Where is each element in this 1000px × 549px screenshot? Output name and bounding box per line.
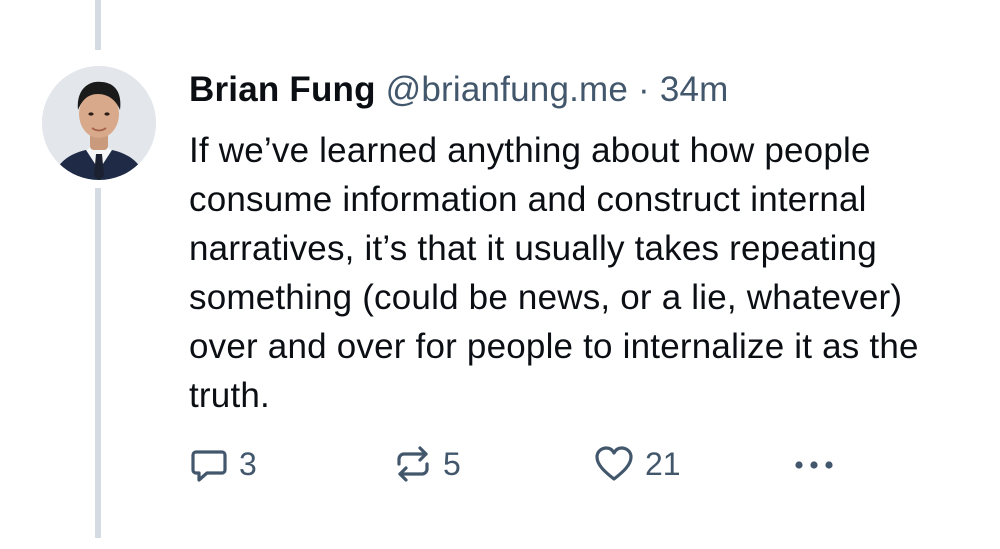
ellipsis-icon	[789, 444, 839, 484]
more-options-button[interactable]	[789, 442, 839, 486]
avatar-photo	[42, 66, 156, 180]
header-separator: ·	[638, 70, 650, 109]
post-text: If we’ve learned anything about how peop…	[189, 131, 919, 415]
reply-button[interactable]: 3	[189, 442, 257, 486]
reply-count: 3	[239, 445, 257, 482]
avatar[interactable]	[42, 66, 156, 180]
repost-button[interactable]: 5	[393, 442, 461, 486]
like-button[interactable]: 21	[593, 442, 681, 486]
thread-line-top	[95, 0, 101, 50]
thread-line-bottom	[95, 188, 101, 538]
repost-count: 5	[443, 445, 461, 482]
author-handle[interactable]: @brianfung.me	[386, 70, 628, 109]
post-actions: 3 5 21	[189, 442, 869, 486]
heart-icon	[593, 444, 635, 484]
speech-bubble-icon	[189, 444, 229, 484]
author-name[interactable]: Brian Fung	[189, 70, 376, 109]
post-timestamp[interactable]: 34m	[660, 70, 729, 109]
post-header: Brian Fung @brianfung.me · 34m	[189, 68, 729, 112]
like-count: 21	[645, 445, 681, 482]
repost-arrows-icon	[393, 444, 433, 484]
